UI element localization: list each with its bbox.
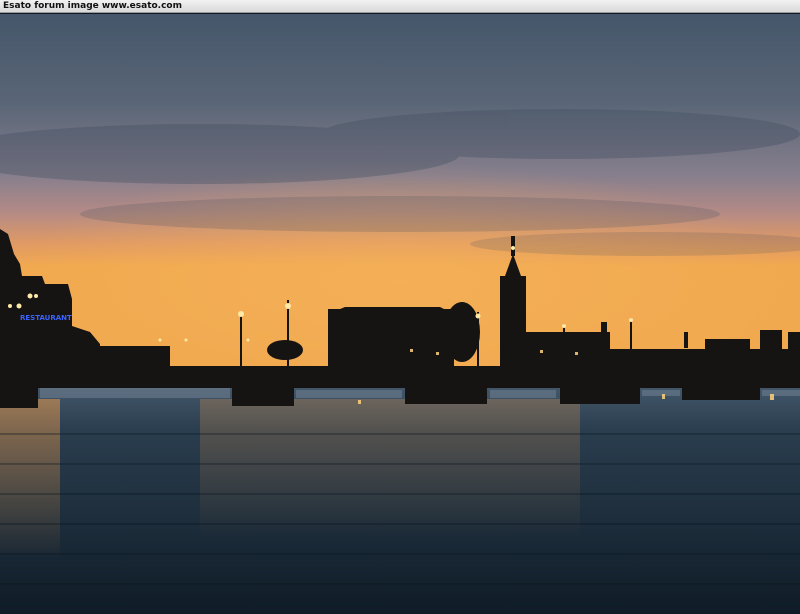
water-reflection-left — [0, 399, 60, 559]
sunset-cityscape-photo: RESTAURANT — [0, 14, 800, 614]
watermark-text: Esato forum image www.esato.com — [3, 1, 182, 11]
forum-watermark-banner: Esato forum image www.esato.com — [0, 0, 800, 13]
restaurant-sign: RESTAURANT — [20, 314, 72, 322]
water-reflection-center — [200, 399, 580, 539]
